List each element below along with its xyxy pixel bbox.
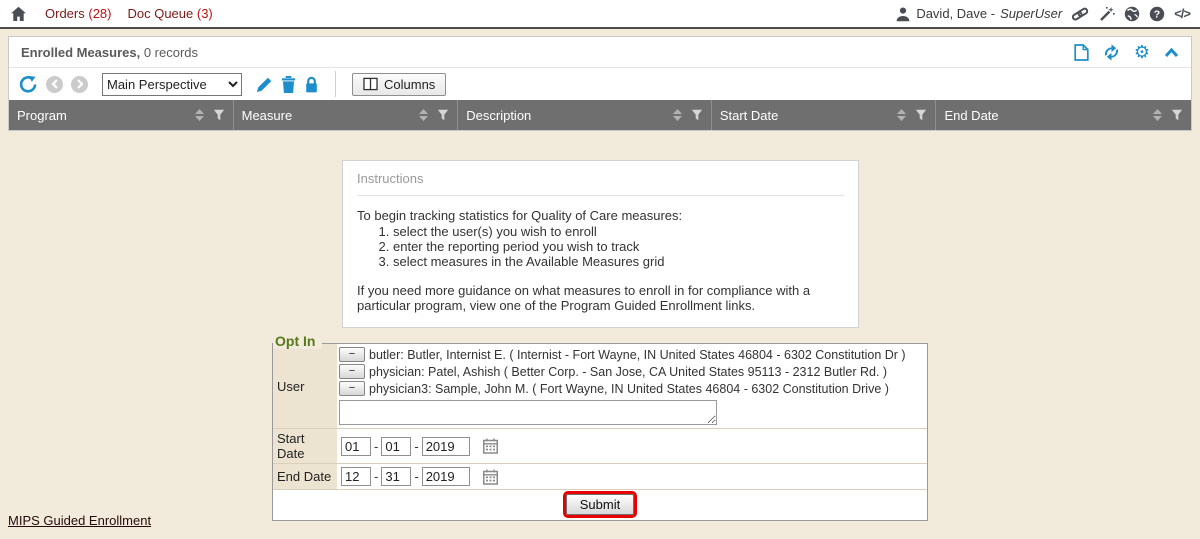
instruction-step: select measures in the Available Measure… — [393, 254, 844, 269]
opt-in-legend: Opt In — [273, 333, 322, 349]
start-date-month-input[interactable] — [341, 437, 371, 456]
filter-icon[interactable] — [213, 109, 225, 121]
enrolled-user-item: − butler: Butler, Internist E. ( Interni… — [339, 346, 927, 363]
code-icon[interactable]: </> — [1174, 6, 1190, 21]
filter-icon[interactable] — [691, 109, 703, 121]
instructions-note: If you need more guidance on what measur… — [357, 283, 844, 313]
wand-icon[interactable] — [1098, 6, 1115, 22]
submit-row: Submit — [273, 490, 927, 520]
submit-button[interactable]: Submit — [566, 494, 634, 515]
sort-icon[interactable] — [195, 109, 204, 121]
next-perspective-icon[interactable] — [71, 76, 88, 93]
refresh-icon[interactable] — [1103, 44, 1120, 61]
end-date-month-input[interactable] — [341, 467, 371, 486]
home-icon[interactable] — [10, 6, 27, 22]
calendar-icon[interactable] — [483, 438, 498, 454]
sort-icon[interactable] — [673, 109, 682, 121]
column-header-end-date[interactable]: End Date — [936, 100, 1191, 130]
undo-icon[interactable] — [19, 75, 38, 94]
instruction-step: select the user(s) you wish to enroll — [393, 224, 844, 239]
user-search-input[interactable] — [339, 400, 717, 425]
end-date-row: End Date - - — [273, 464, 927, 490]
instructions-divider — [357, 195, 844, 196]
record-count: 0 records — [144, 45, 198, 60]
sort-icon[interactable] — [897, 109, 906, 121]
column-header-measure[interactable]: Measure — [234, 100, 459, 130]
user-description: butler: Butler, Internist E. ( Internist… — [369, 348, 906, 362]
prev-perspective-icon[interactable] — [46, 76, 63, 93]
instructions-intro: To begin tracking statistics for Quality… — [357, 208, 844, 223]
columns-icon — [363, 77, 378, 91]
user-description: physician: Patel, Ashish ( Better Corp. … — [369, 365, 887, 379]
orders-count: (28) — [88, 6, 111, 21]
calendar-icon[interactable] — [483, 469, 498, 485]
user-row: User − butler: Butler, Internist E. ( In… — [273, 344, 927, 429]
instructions-steps: select the user(s) you wish to enroll en… — [357, 224, 844, 269]
enrolled-user-item: − physician3: Sample, John M. ( Fort Way… — [339, 380, 927, 397]
instructions-box: Instructions To begin tracking statistic… — [342, 160, 859, 328]
help-icon[interactable]: ? — [1149, 6, 1165, 22]
remove-user-button[interactable]: − — [339, 364, 365, 379]
filter-icon[interactable] — [1171, 109, 1183, 121]
start-date-label: Start Date — [273, 429, 337, 463]
end-date-day-input[interactable] — [381, 467, 411, 486]
start-date-row: Start Date - - — [273, 429, 927, 464]
edit-pencil-icon[interactable] — [256, 76, 273, 93]
toolbar-divider — [335, 71, 336, 97]
instruction-step: enter the reporting period you wish to t… — [393, 239, 844, 254]
enrolled-user-item: − physician: Patel, Ashish ( Better Corp… — [339, 363, 927, 380]
person-icon — [895, 6, 911, 22]
start-date-day-input[interactable] — [381, 437, 411, 456]
new-document-icon[interactable] — [1074, 44, 1089, 61]
page-title: Enrolled Measures, 0 records — [21, 45, 198, 60]
filter-icon[interactable] — [437, 109, 449, 121]
collapse-chevron-icon[interactable] — [1164, 47, 1179, 58]
enrolled-measures-panel: Enrolled Measures, 0 records ⚙ Main — [8, 36, 1192, 131]
user-name: David, Dave - — [916, 6, 995, 21]
lock-icon[interactable] — [304, 76, 319, 93]
perspective-select[interactable]: Main Perspective — [102, 73, 242, 96]
column-header-start-date[interactable]: Start Date — [712, 100, 937, 130]
nav-item-orders[interactable]: Orders (28) — [45, 6, 111, 21]
column-header-program[interactable]: Program — [9, 100, 234, 130]
user-role: SuperUser — [1000, 6, 1062, 21]
remove-user-button[interactable]: − — [339, 381, 365, 396]
opt-in-fieldset: Opt In User − butler: Butler, Internist … — [272, 343, 928, 521]
panel-header: Enrolled Measures, 0 records ⚙ — [9, 37, 1191, 68]
mips-guided-enrollment-link[interactable]: MIPS Guided Enrollment — [8, 513, 151, 528]
filter-icon[interactable] — [915, 109, 927, 121]
user-label: User — [273, 344, 337, 428]
doc-queue-count: (3) — [197, 6, 213, 21]
nav-item-doc-queue[interactable]: Doc Queue (3) — [127, 6, 212, 21]
gear-icon[interactable]: ⚙ — [1134, 44, 1150, 60]
user-menu[interactable]: David, Dave - SuperUser — [895, 6, 1062, 22]
sort-icon[interactable] — [1153, 109, 1162, 121]
start-date-year-input[interactable] — [422, 437, 470, 456]
delete-trash-icon[interactable] — [281, 76, 296, 93]
remove-user-button[interactable]: − — [339, 347, 365, 362]
column-header-description[interactable]: Description — [458, 100, 712, 130]
grid-header-row: Program Measure Description Start Date — [9, 100, 1191, 130]
instructions-title: Instructions — [357, 171, 844, 186]
grid-toolbar: Main Perspective Columns — [9, 68, 1191, 100]
link-icon[interactable] — [1071, 6, 1089, 22]
globe-icon[interactable] — [1124, 6, 1140, 22]
top-navigation-bar: Orders (28) Doc Queue (3) David, Dave - … — [0, 0, 1200, 29]
end-date-year-input[interactable] — [422, 467, 470, 486]
sort-icon[interactable] — [419, 109, 428, 121]
end-date-label: End Date — [273, 464, 337, 489]
user-description: physician3: Sample, John M. ( Fort Wayne… — [369, 382, 889, 396]
columns-button[interactable]: Columns — [352, 73, 446, 96]
svg-text:?: ? — [1154, 8, 1160, 20]
